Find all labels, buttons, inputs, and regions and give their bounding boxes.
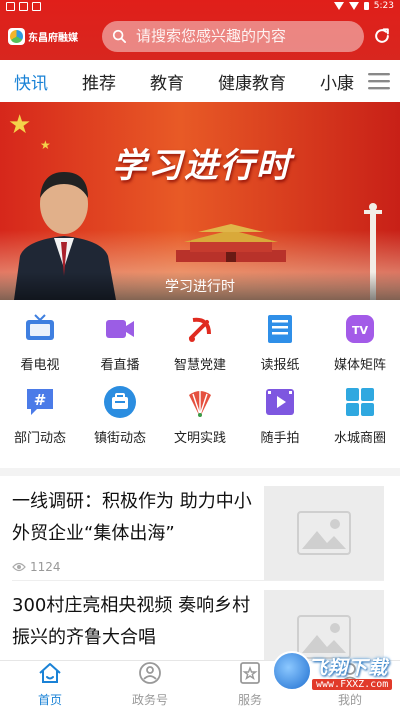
refresh-icon[interactable] <box>372 26 392 46</box>
grid-item-label: 媒体矩阵 <box>333 358 386 373</box>
tab-item[interactable]: 快讯 <box>14 63 48 100</box>
watermark-logo-icon <box>272 651 312 691</box>
search-bar[interactable] <box>102 20 364 52</box>
hashtag-icon: # <box>23 385 57 419</box>
eye-icon <box>12 562 26 572</box>
tabs-list: 快讯 推荐 教育 健康教育 小康 <box>0 63 364 100</box>
briefcase-icon <box>103 385 137 419</box>
notification-icon <box>19 1 28 11</box>
banner-caption: 学习进行时 <box>165 279 235 295</box>
tiananmen-illustration <box>176 224 286 262</box>
status-bar: 5:23 <box>0 0 400 12</box>
film-icon <box>263 385 297 419</box>
grid-item-label: 智慧党建 <box>173 358 226 373</box>
news-title: 一线调研：积极作为 助力中小外贸企业“集体出海” <box>12 491 252 544</box>
home-icon <box>38 662 62 688</box>
nav-item[interactable]: 政务号 <box>100 661 200 709</box>
grid-squares-icon <box>343 385 377 419</box>
grid-item[interactable]: 随手拍 <box>240 385 320 446</box>
grid-item[interactable]: TV 媒体矩阵 <box>320 312 400 373</box>
star-decoration: ★ <box>40 138 51 152</box>
nav-label: 服务 <box>237 693 262 707</box>
grid-item-label: 看直播 <box>100 358 140 373</box>
category-tabs: 快讯 推荐 教育 健康教育 小康 <box>0 60 400 103</box>
search-input[interactable] <box>134 26 318 46</box>
news-separator <box>12 580 384 581</box>
tab-menu-icon[interactable] <box>368 72 390 90</box>
tab-item[interactable]: 健康教育 <box>218 63 286 100</box>
news-views: 1124 <box>12 560 61 574</box>
government-account-icon <box>138 662 162 688</box>
news-view-count: 1124 <box>30 560 61 574</box>
tab-item[interactable]: 教育 <box>150 63 184 100</box>
search-icon <box>112 29 126 43</box>
status-time: 5:23 <box>373 1 394 11</box>
grid-item-label: 文明实践 <box>173 431 226 446</box>
grid-item[interactable]: 文明实践 <box>160 385 240 446</box>
app-logo-icon <box>8 27 25 45</box>
tab-item[interactable]: 小康 <box>320 63 354 100</box>
grid-item-label: 水城商圈 <box>333 431 386 446</box>
watermark-text: 飞翔下载 <box>308 657 389 679</box>
grid-item[interactable]: 读报纸 <box>240 312 320 373</box>
app-name: 东昌府融媒 <box>28 32 78 44</box>
wifi-icon <box>333 2 344 10</box>
site-watermark: 飞翔下载 www.FXXZ.com <box>272 649 394 699</box>
grid-item[interactable]: 看直播 <box>80 312 160 373</box>
image-placeholder-icon <box>297 511 351 555</box>
party-emblem-icon <box>183 312 217 346</box>
notification-icon <box>6 1 15 11</box>
nav-item[interactable]: 首页 <box>0 661 100 709</box>
news-thumbnail[interactable] <box>264 486 384 580</box>
app-logo[interactable]: 东昌府融媒 <box>8 27 96 45</box>
grid-item-label: 随手拍 <box>260 431 300 446</box>
grid-item[interactable]: 智慧党建 <box>160 312 240 373</box>
grid-item[interactable]: 看电视 <box>0 312 80 373</box>
banner-title-art: 学习进行时 <box>112 146 292 186</box>
fan-logo-icon <box>183 385 217 419</box>
news-title: 300村庄亮相央视频 奏响乡村振兴的齐鲁大合唱 <box>12 595 251 648</box>
tab-item[interactable]: 推荐 <box>82 63 116 100</box>
newspaper-icon <box>263 312 297 346</box>
battery-icon <box>363 2 369 10</box>
grid-item-label: 部门动态 <box>13 431 66 446</box>
nav-label: 政务号 <box>131 693 168 707</box>
svg-text:#: # <box>34 391 47 409</box>
status-left <box>6 1 41 11</box>
signal-icon <box>348 2 359 10</box>
star-decoration: ★ <box>8 110 32 140</box>
app-header: 5:23 东昌府融媒 <box>0 0 400 60</box>
grid-item[interactable]: 水城商圈 <box>320 385 400 446</box>
nav-label: 首页 <box>37 693 62 707</box>
grid-item-label: 镇街动态 <box>93 431 146 446</box>
status-right: 5:23 <box>333 1 394 11</box>
grid-item-label: 读报纸 <box>260 358 300 373</box>
watermark-url: www.FXXZ.com <box>312 679 393 690</box>
svg-text:TV: TV <box>352 324 369 337</box>
notification-icon <box>32 1 41 11</box>
grid-item[interactable]: # 部门动态 <box>0 385 80 446</box>
media-matrix-icon: TV <box>343 312 377 346</box>
feature-grid: 看电视 看直播 智慧党建 读报纸 TV 媒体矩阵 # 部门动态 镇街动态 文明实践 随手拍 水城商圈 <box>0 312 400 446</box>
news-item[interactable]: 一线调研：积极作为 助力中小外贸企业“集体出海” 1124 <box>12 486 384 586</box>
service-star-icon <box>238 662 262 688</box>
grid-item-label: 看电视 <box>20 358 60 373</box>
video-camera-icon <box>103 312 137 346</box>
grid-item[interactable]: 镇街动态 <box>80 385 160 446</box>
section-divider <box>0 468 400 476</box>
tv-icon <box>23 312 57 346</box>
hero-banner[interactable]: ★ ★ 学习进行时 学习进行时 <box>0 102 400 300</box>
